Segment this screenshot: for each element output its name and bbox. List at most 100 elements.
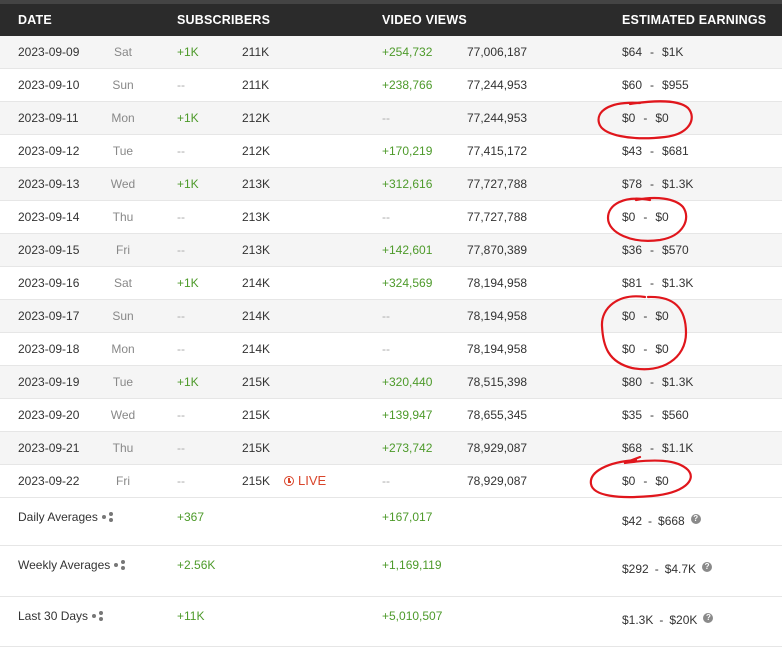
earnings-low: $0 bbox=[622, 210, 636, 224]
live-indicator[interactable]: LIVE bbox=[284, 473, 326, 488]
row-date: 2023-09-13 bbox=[18, 177, 80, 191]
earnings-high: $560 bbox=[662, 408, 689, 422]
earnings-high: $1.1K bbox=[662, 441, 694, 455]
table-row: 2023-09-16 Sat +1K 214K +324,569 78,194,958 $8… bbox=[0, 267, 782, 300]
row-views: 78,194,958 bbox=[467, 309, 528, 323]
table-row: 2023-09-22 Fri -- 215K LIVE -- 78,929,087 $0- $0 bbox=[0, 465, 782, 498]
row-subscriber-change: +1K bbox=[177, 45, 199, 59]
row-date: 2023-09-09 bbox=[18, 45, 80, 59]
earnings-separator: - bbox=[650, 375, 655, 389]
share-icon[interactable] bbox=[101, 512, 113, 522]
share-icon[interactable] bbox=[114, 560, 126, 570]
row-subscribers: 215K bbox=[242, 441, 271, 455]
row-subscribers: 211K bbox=[242, 78, 270, 92]
row-day: Wed bbox=[110, 408, 136, 422]
help-icon[interactable]: ? bbox=[690, 514, 701, 524]
row-subscribers: 213K bbox=[242, 243, 271, 257]
earnings-high: $20K bbox=[669, 613, 698, 627]
table-row: 2023-09-15 Fri -- 213K +142,601 77,870,389 $36… bbox=[0, 234, 782, 267]
table-row: 2023-09-20 Wed -- 215K +139,947 78,655,345 $35… bbox=[0, 399, 782, 432]
row-earnings: $0- $0 bbox=[622, 342, 669, 356]
table-row: 2023-09-13 Wed +1K 213K +312,616 77,727,788 $7… bbox=[0, 168, 782, 201]
earnings-high: $4.7K bbox=[664, 562, 697, 576]
help-icon[interactable]: ? bbox=[702, 562, 713, 572]
table-row: 2023-09-11 Mon +1K 212K -- 77,244,953 $0- $0 bbox=[0, 102, 782, 135]
row-day: Tue bbox=[112, 144, 134, 158]
earnings-separator: - bbox=[650, 177, 655, 191]
row-subscribers: 214K bbox=[242, 309, 271, 323]
row-view-change: +170,219 bbox=[382, 144, 433, 158]
row-date: 2023-09-11 bbox=[18, 111, 79, 125]
earnings-separator: - bbox=[650, 408, 655, 422]
row-earnings: $0- $0 bbox=[622, 111, 669, 125]
earnings-low: $36 bbox=[622, 243, 643, 257]
averages-views: +1,169,119 bbox=[382, 558, 442, 572]
row-view-change: +312,616 bbox=[382, 177, 433, 191]
earnings-separator: - bbox=[650, 45, 655, 59]
row-subscriber-change: -- bbox=[177, 144, 185, 158]
row-date: 2023-09-20 bbox=[18, 408, 80, 422]
row-views: 77,244,953 bbox=[467, 111, 528, 125]
earnings-high: $955 bbox=[662, 78, 689, 92]
averages-earnings: $292- $4.7K? bbox=[622, 562, 713, 576]
row-subscriber-change: +1K bbox=[177, 177, 199, 191]
row-date: 2023-09-14 bbox=[18, 210, 80, 224]
earnings-separator: - bbox=[643, 210, 648, 224]
row-earnings: $64- $1K bbox=[622, 45, 683, 59]
row-earnings: $0- $0 bbox=[622, 474, 669, 488]
row-subscribers: 213K bbox=[242, 210, 271, 224]
earnings-low: $1.3K bbox=[622, 613, 654, 627]
row-date: 2023-09-21 bbox=[18, 441, 80, 455]
row-day: Mon bbox=[111, 111, 135, 125]
row-views: 78,194,958 bbox=[467, 342, 528, 356]
row-views: 78,515,398 bbox=[467, 375, 528, 389]
earnings-separator: - bbox=[654, 562, 659, 576]
row-subscriber-change: -- bbox=[177, 441, 185, 455]
row-view-change: -- bbox=[382, 342, 390, 356]
row-subscribers: 215K bbox=[242, 474, 271, 488]
row-views: 78,929,087 bbox=[467, 441, 528, 455]
table-row: 2023-09-18 Mon -- 214K -- 78,194,958 $0- $0 bbox=[0, 333, 782, 366]
earnings-high: $1.3K bbox=[662, 375, 694, 389]
row-date: 2023-09-18 bbox=[18, 342, 80, 356]
earnings-high: $0 bbox=[655, 309, 669, 323]
earnings-low: $0 bbox=[622, 111, 636, 125]
earnings-high: $681 bbox=[662, 144, 689, 158]
row-subscriber-change: -- bbox=[177, 78, 185, 92]
row-earnings: $0- $0 bbox=[622, 309, 669, 323]
row-view-change: -- bbox=[382, 111, 390, 125]
earnings-high: $1.3K bbox=[662, 276, 694, 290]
averages-label: Weekly Averages bbox=[18, 558, 126, 572]
earnings-separator: - bbox=[648, 514, 653, 528]
share-icon[interactable] bbox=[92, 611, 104, 621]
earnings-high: $0 bbox=[655, 342, 669, 356]
row-date: 2023-09-16 bbox=[18, 276, 80, 290]
row-view-change: +320,440 bbox=[382, 375, 433, 389]
earnings-low: $0 bbox=[622, 309, 636, 323]
row-earnings: $35- $560 bbox=[622, 408, 689, 422]
row-views: 77,727,788 bbox=[467, 210, 528, 224]
averages-label: Daily Averages bbox=[18, 510, 113, 524]
clock-icon bbox=[284, 476, 294, 486]
earnings-high: $1K bbox=[662, 45, 684, 59]
table-row: 2023-09-21 Thu -- 215K +273,742 78,929,087 $68… bbox=[0, 432, 782, 465]
row-subscribers: 215K bbox=[242, 375, 271, 389]
earnings-separator: - bbox=[643, 474, 648, 488]
row-subscriber-change: -- bbox=[177, 243, 185, 257]
earnings-low: $0 bbox=[622, 474, 636, 488]
row-subscribers: 215K bbox=[242, 408, 271, 422]
row-date: 2023-09-22 bbox=[18, 474, 80, 488]
row-subscriber-change: -- bbox=[177, 309, 185, 323]
row-view-change: +273,742 bbox=[382, 441, 433, 455]
row-day: Thu bbox=[112, 210, 134, 224]
row-subscribers: 212K bbox=[242, 111, 271, 125]
header-video-views: VIDEO VIEWS bbox=[382, 13, 467, 27]
earnings-separator: - bbox=[643, 342, 648, 356]
earnings-separator: - bbox=[650, 276, 655, 290]
earnings-low: $60 bbox=[622, 78, 643, 92]
row-day: Fri bbox=[116, 243, 130, 257]
earnings-high: $570 bbox=[662, 243, 689, 257]
row-view-change: -- bbox=[382, 210, 390, 224]
averages-subscribers: +2.56K bbox=[177, 558, 216, 572]
help-icon[interactable]: ? bbox=[703, 613, 714, 623]
